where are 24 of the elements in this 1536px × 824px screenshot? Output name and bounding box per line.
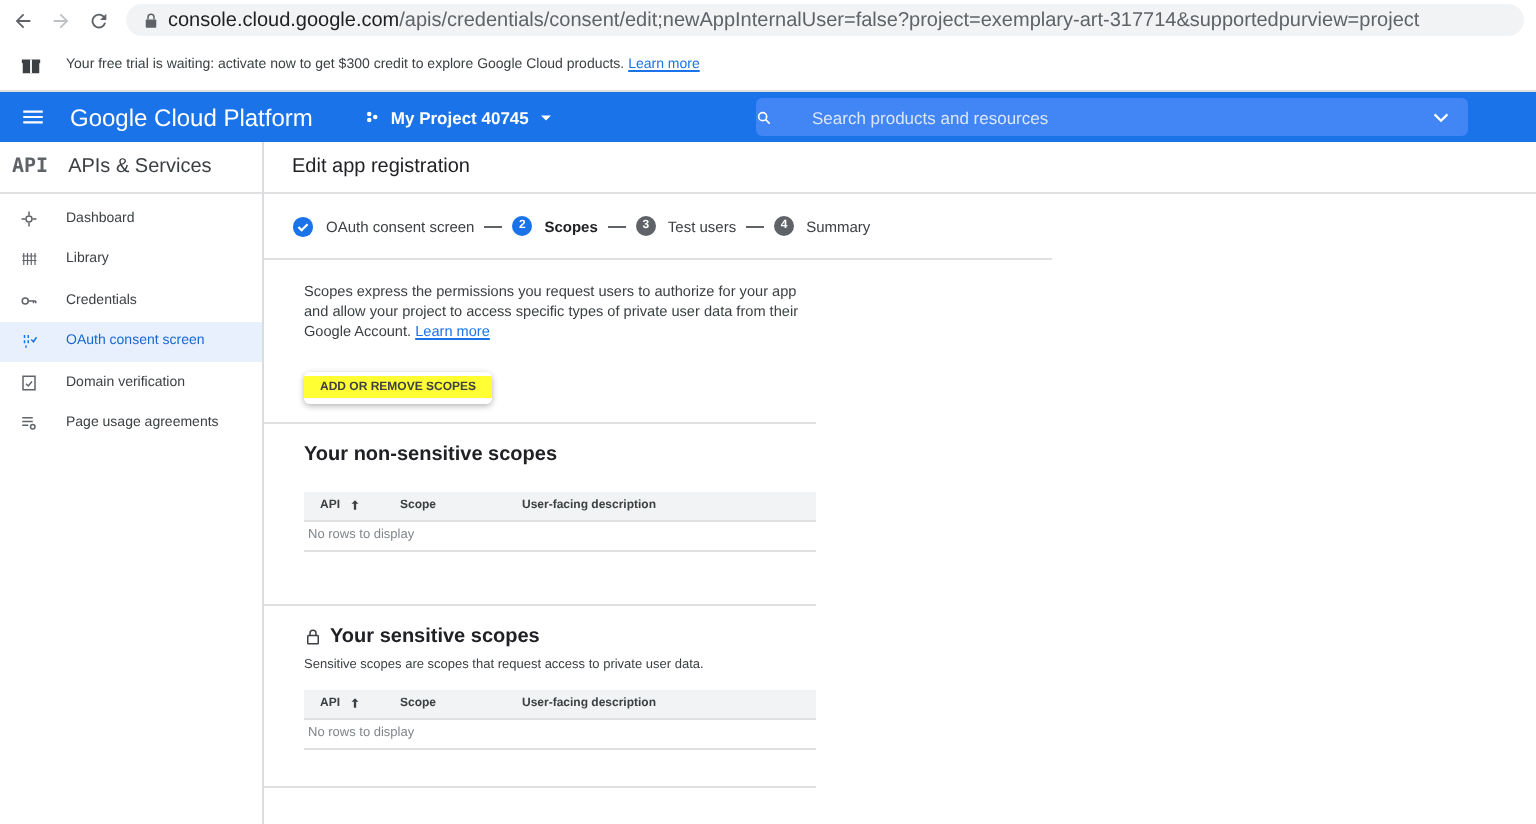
section-heading: Your sensitive scopes: [330, 625, 540, 648]
search-field[interactable]: Search products and resources: [756, 98, 1468, 136]
crosshair-icon: [20, 209, 38, 228]
lock-icon: [304, 627, 322, 646]
api-logo: API: [12, 156, 49, 178]
grid-icon: [20, 250, 38, 269]
section-heading: Your non-sensitive scopes: [304, 443, 558, 466]
section-title: APIs & Services: [68, 156, 212, 178]
address-bar[interactable]: console.cloud.google.com/apis/credentials/consent/edit;newAppInternalUser=false?project=exemplary-art-317714&supportedpurview=project: [126, 4, 1524, 36]
search-icon: [756, 109, 772, 125]
back-icon[interactable]: [12, 9, 34, 31]
lock-icon: [142, 11, 160, 29]
product-name: Google Cloud Platform: [70, 103, 313, 131]
sort-up-icon[interactable]: [348, 498, 363, 513]
reload-icon[interactable]: [88, 9, 110, 31]
list-icon: [20, 414, 38, 433]
checkbox-icon: [20, 373, 38, 392]
key-icon: [20, 291, 38, 310]
sort-up-icon[interactable]: [348, 696, 363, 711]
project-selector[interactable]: My Project 40745: [364, 107, 557, 127]
project-icon: [364, 108, 383, 126]
gift-icon: [20, 54, 42, 76]
page-title: Edit app registration: [264, 142, 1536, 194]
checklist-icon: [20, 332, 38, 351]
